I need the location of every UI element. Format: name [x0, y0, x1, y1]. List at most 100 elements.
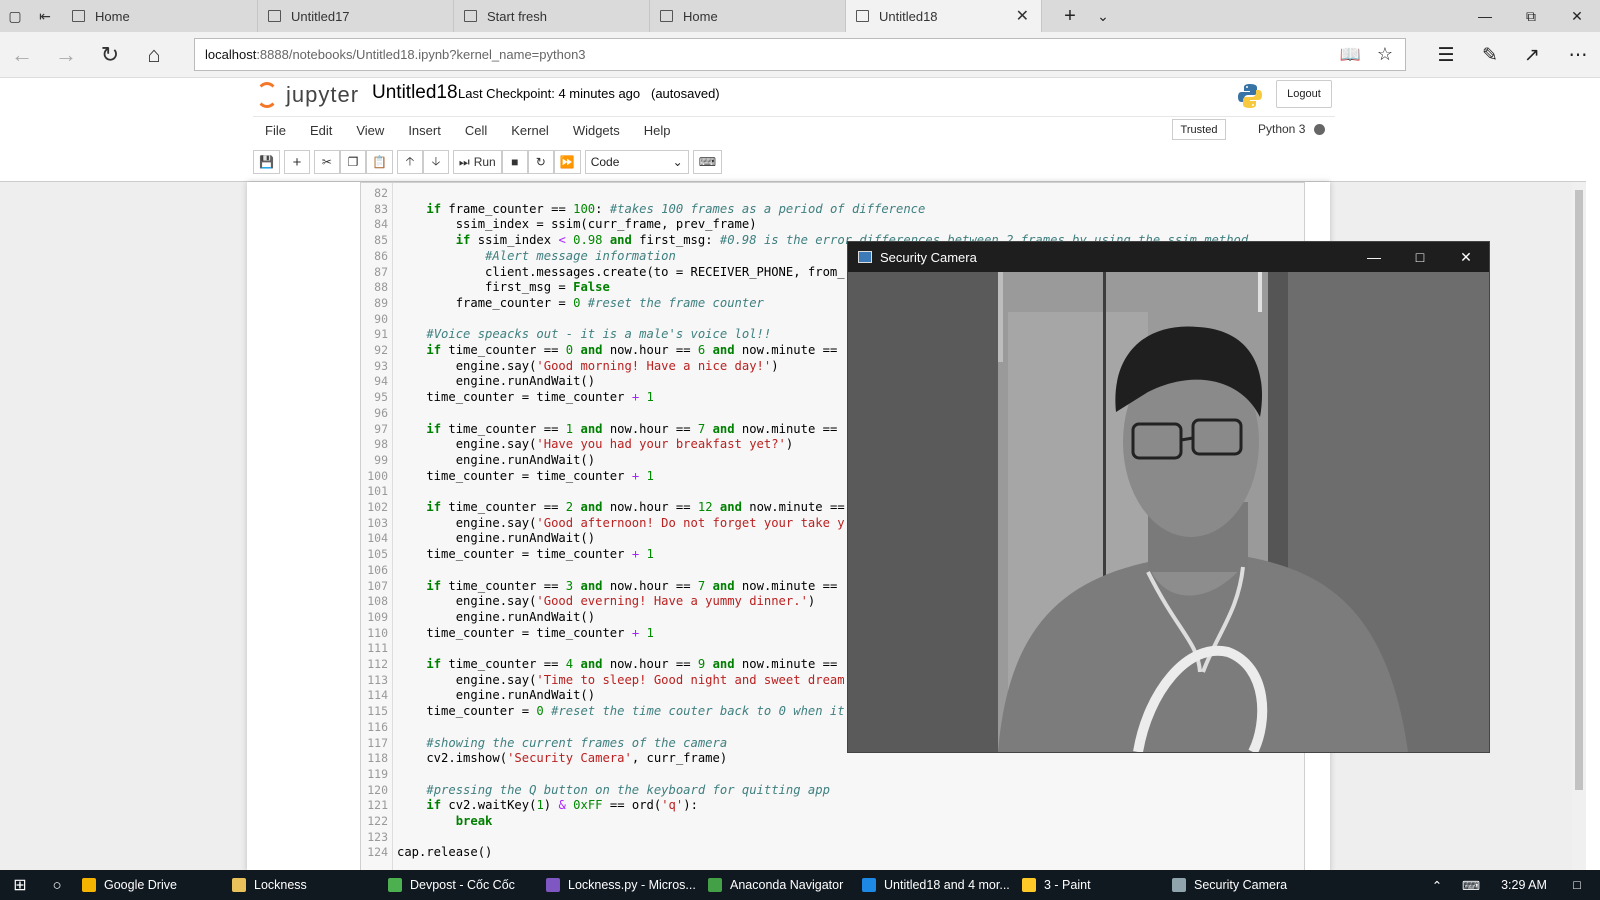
new-tab-icon[interactable]: +: [1054, 0, 1086, 32]
tab-home-1[interactable]: Home: [62, 0, 258, 32]
clock[interactable]: 3:29 AM: [1494, 870, 1554, 900]
close-tab-icon[interactable]: ✕: [1016, 6, 1029, 26]
minimize-icon[interactable]: —: [1462, 0, 1508, 32]
close-icon[interactable]: ✕: [1443, 242, 1489, 272]
jupyter-logo-icon: [256, 82, 278, 108]
taskbar-item-label: Google Drive: [104, 878, 177, 892]
tab-home-2[interactable]: Home: [650, 0, 846, 32]
maximize-icon[interactable]: □: [1397, 242, 1443, 272]
web-note-icon[interactable]: ✎: [1468, 32, 1512, 78]
refresh-icon[interactable]: ↻: [88, 32, 132, 78]
code-text: cap.release(): [397, 845, 493, 860]
tab-start-fresh[interactable]: Start fresh: [454, 0, 650, 32]
code-line[interactable]: 83 if frame_counter == 100: #takes 100 f…: [361, 201, 1304, 217]
menu-help[interactable]: Help: [632, 123, 683, 138]
menu-cell[interactable]: Cell: [453, 123, 499, 138]
menu-widgets[interactable]: Widgets: [561, 123, 632, 138]
page-scrollbar[interactable]: [1572, 182, 1586, 870]
tab-list-icon[interactable]: ▢: [0, 0, 30, 32]
share-icon[interactable]: ↗: [1510, 32, 1554, 78]
reading-view-icon[interactable]: 📖: [1340, 45, 1361, 65]
code-line[interactable]: 123: [361, 829, 1304, 845]
restart-button[interactable]: ↻: [527, 150, 554, 174]
taskbar-item[interactable]: Devpost - Cốc Cốc: [380, 870, 538, 900]
code-line[interactable]: 82: [361, 185, 1304, 201]
minimize-icon[interactable]: —: [1351, 242, 1397, 272]
line-number: 91: [374, 327, 388, 342]
tab-untitled17[interactable]: Untitled17: [258, 0, 454, 32]
taskbar-item[interactable]: Google Drive: [74, 870, 224, 900]
line-number: 84: [374, 217, 388, 232]
line-number: 87: [374, 264, 388, 279]
chevron-down-icon[interactable]: ⌄: [1088, 0, 1118, 32]
favorite-star-icon[interactable]: ☆: [1377, 44, 1393, 65]
logout-button[interactable]: Logout: [1276, 80, 1332, 108]
cell-type-select[interactable]: Code ⌄: [584, 150, 689, 174]
app-icon: [1172, 878, 1186, 892]
paste-button[interactable]: 📋: [365, 150, 393, 174]
camera-window-titlebar[interactable]: Security Camera — □ ✕: [848, 242, 1489, 272]
move-up-button[interactable]: 🡡: [396, 150, 423, 174]
jupyter-header: jupyter Untitled18 Last Checkpoint: 4 mi…: [0, 78, 1586, 182]
move-down-button[interactable]: 🡣: [422, 150, 449, 174]
menu-kernel[interactable]: Kernel: [499, 123, 561, 138]
code-line[interactable]: 84 ssim_index = ssim(curr_frame, prev_fr…: [361, 216, 1304, 232]
trusted-indicator[interactable]: Trusted: [1172, 119, 1226, 140]
code-line[interactable]: 120 #pressing the Q button on the keyboa…: [361, 782, 1304, 798]
taskbar-item[interactable]: Untitled18 and 4 mor...: [854, 870, 1014, 900]
taskbar-item[interactable]: 3 - Paint: [1014, 870, 1164, 900]
taskbar-item[interactable]: Lockness: [224, 870, 380, 900]
jupyter-logo[interactable]: jupyter: [256, 82, 359, 108]
code-line[interactable]: 122 break: [361, 813, 1304, 829]
code-line[interactable]: 121 if cv2.waitKey(1) & 0xFF == ord('q')…: [361, 797, 1304, 813]
security-camera-window[interactable]: Security Camera — □ ✕: [847, 241, 1490, 753]
taskbar-item-label: Lockness: [254, 878, 307, 892]
more-menu-icon[interactable]: ⋯: [1556, 32, 1600, 78]
back-icon[interactable]: ←: [0, 32, 44, 78]
scrollbar-thumb[interactable]: [1575, 190, 1583, 790]
command-palette-button[interactable]: ⌨: [692, 150, 723, 174]
action-center-icon[interactable]: □: [1560, 870, 1594, 900]
page-icon: [464, 10, 477, 22]
cortana-icon[interactable]: ○: [40, 870, 74, 900]
autosave-status: (autosaved): [650, 86, 720, 101]
set-aside-tabs-icon[interactable]: ⇤: [30, 0, 60, 32]
run-button[interactable]: ⏭ Run: [452, 150, 502, 174]
chevron-up-icon[interactable]: ⌃: [1422, 870, 1452, 900]
url-input[interactable]: localhost:8888/notebooks/Untitled18.ipyn…: [194, 38, 1406, 71]
windows-start-icon[interactable]: ⊞: [0, 870, 40, 900]
forward-icon[interactable]: →: [44, 32, 88, 78]
chevron-down-icon: ⌄: [672, 155, 683, 169]
code-line[interactable]: 124 cap.release(): [361, 844, 1304, 860]
cut-button[interactable]: ✂: [313, 150, 340, 174]
copy-icon: ❐: [347, 155, 359, 169]
taskbar-item[interactable]: Anaconda Navigator: [700, 870, 854, 900]
save-button[interactable]: 💾: [253, 150, 280, 174]
insert-cell-button[interactable]: +: [283, 150, 310, 174]
taskbar-item[interactable]: Lockness.py - Micros...: [538, 870, 700, 900]
page-icon: [856, 10, 869, 22]
run-button-group: ⏭ Run ■ ↻ ⏩: [452, 150, 581, 174]
taskbar-item[interactable]: Security Camera: [1164, 870, 1324, 900]
menu-insert[interactable]: Insert: [396, 123, 453, 138]
menu-view[interactable]: View: [344, 123, 396, 138]
close-window-icon[interactable]: ✕: [1554, 0, 1600, 32]
copy-button[interactable]: ❐: [339, 150, 366, 174]
menu-edit[interactable]: Edit: [298, 123, 344, 138]
line-number: 88: [374, 280, 388, 295]
restore-icon[interactable]: ⧉: [1508, 0, 1554, 32]
tab-untitled18[interactable]: Untitled18 ✕: [846, 0, 1042, 32]
notebook-name[interactable]: Untitled18: [372, 82, 458, 104]
keyboard-icon[interactable]: ⌨: [1456, 870, 1486, 900]
app-icon: [546, 878, 560, 892]
checkpoint-label: Last Checkpoint:: [458, 86, 555, 101]
favorites-hub-icon[interactable]: ☰: [1424, 32, 1468, 78]
code-text: engine.runAndWait(): [397, 609, 596, 624]
restart-run-all-button[interactable]: ⏩: [553, 150, 581, 174]
interrupt-button[interactable]: ■: [501, 150, 528, 174]
code-line[interactable]: 119: [361, 766, 1304, 782]
menu-file[interactable]: File: [253, 123, 298, 138]
page-icon: [660, 10, 673, 22]
scissors-icon: ✂: [321, 155, 332, 169]
home-icon[interactable]: ⌂: [132, 32, 176, 78]
